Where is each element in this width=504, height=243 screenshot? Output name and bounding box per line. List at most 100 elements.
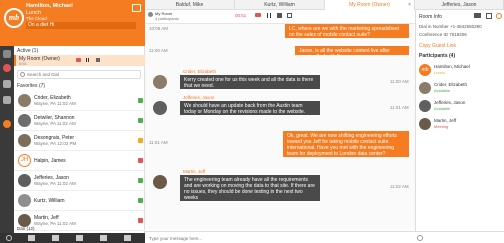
grid-icon[interactable]: [3, 96, 11, 104]
participant-name: Hamilton, Michael: [434, 64, 470, 69]
participant-name: Martin, Jeff: [434, 118, 457, 123]
calendar-icon[interactable]: [28, 235, 35, 241]
settings-icon[interactable]: [6, 235, 12, 241]
avatar: [153, 75, 167, 89]
alert-icon[interactable]: [3, 64, 11, 72]
message-time: 11:00 AM: [149, 48, 168, 53]
tab-kurtz[interactable]: Kurtz, William: [235, 0, 325, 10]
pause-icon[interactable]: [86, 58, 89, 62]
app-logo: mb: [4, 8, 24, 28]
settings-icon[interactable]: [3, 120, 11, 128]
people-icon[interactable]: [3, 50, 11, 58]
contact-row[interactable]: Jefferies, Jason Wayne, PA 11:02 AM: [14, 171, 145, 191]
mute-icon[interactable]: [277, 13, 282, 18]
facebook-icon[interactable]: [124, 235, 131, 241]
message-composer: [145, 231, 504, 243]
contact-location: Wayne, PA 11:02 AM: [34, 181, 76, 186]
participant-name: Jefferies, Jason: [434, 100, 466, 105]
search-input[interactable]: [27, 71, 137, 78]
participant-row[interactable]: Crider, Elizabeth Available: [416, 80, 504, 97]
favorites-header[interactable]: Favorites (7): [14, 83, 145, 89]
avatar: [153, 175, 167, 189]
hangup-icon[interactable]: [76, 58, 81, 62]
message-bubble: Kerry created one for us this week and a…: [180, 75, 320, 89]
twitter-icon[interactable]: [100, 235, 107, 241]
contact-name: Kurtz, William: [34, 198, 65, 204]
active-section-header[interactable]: Active (1): [14, 48, 145, 54]
contact-location: Wayne, PA 11:02 AM: [34, 101, 76, 106]
profile-name[interactable]: Hamilton, Michael: [26, 3, 73, 9]
participant-name: Crider, Elizabeth: [434, 82, 468, 87]
call-toolbar: My Room 4 participants 00:51: [145, 10, 415, 24]
message-bubble: We should have an update back from the A…: [180, 101, 320, 115]
contact-row[interactable]: Kurtz, William: [14, 191, 145, 211]
conference-id: Conference ID 7618406: [419, 32, 467, 37]
message-time: 10:09 AM: [149, 26, 169, 31]
dialpad-icon[interactable]: [132, 4, 141, 12]
profile-header: mb Hamilton, Michael Lunch The Cloud On …: [0, 0, 145, 46]
message-input[interactable]: [149, 234, 409, 242]
room-info-panel: Room Info Dial in Number +1-4842550290 C…: [415, 10, 504, 231]
avatar: [18, 194, 31, 207]
group-header-dan[interactable]: Dan (12): [14, 226, 145, 231]
emoji-icon[interactable]: [417, 235, 423, 241]
participant-row[interactable]: mb Hamilton, Michael Lunch: [416, 62, 504, 79]
status-message-field[interactable]: On a diet Hi: [26, 22, 136, 29]
my-room-row[interactable]: My Room (Owner) 0:51: [14, 55, 145, 66]
hangup-icon[interactable]: [255, 13, 261, 17]
presence-icon: [138, 198, 143, 203]
contact-row[interactable]: Detwiler, Shannon Wayne, PA 11:02 AM: [14, 111, 145, 131]
message-time: 11:00 AM: [390, 79, 409, 84]
mail-icon[interactable]: [52, 235, 59, 241]
profile-subtitle: The Cloud: [26, 16, 47, 21]
presence-icon: [138, 218, 143, 223]
video-icon[interactable]: [76, 235, 83, 241]
tab-jefferies[interactable]: Jefferies, Jason: [415, 0, 504, 10]
presence-icon: [138, 118, 143, 123]
info-icon[interactable]: [496, 13, 502, 19]
participant-status: Lunch: [434, 70, 445, 75]
video-icon[interactable]: [474, 13, 481, 18]
contact-row[interactable]: Crider, Elizabeth Wayne, PA 11:02 AM: [14, 91, 145, 111]
screen-share-icon[interactable]: [486, 13, 492, 19]
participant-status: Meeting: [434, 124, 449, 129]
room-icon: [148, 12, 153, 17]
conversation-tabs: Balduf, Mike Kurtz, William My Room (Own…: [145, 0, 504, 10]
avatar: [18, 134, 31, 147]
message-time: 11:01 AM: [149, 140, 168, 145]
contact-name: Halpin, James: [34, 158, 66, 164]
avatar: [419, 118, 431, 130]
room-info-title: Room Info: [419, 14, 443, 20]
participants-count: 4 participants: [155, 16, 179, 21]
message-bubble: Ok, great. We are now shifting engineeri…: [283, 131, 409, 157]
presence-icon: [138, 138, 143, 143]
tab-balduf[interactable]: Balduf, Mike: [145, 0, 235, 10]
participant-row[interactable]: Jefferies, Jason Available: [416, 98, 504, 115]
avatar: [18, 174, 31, 187]
close-icon[interactable]: ×: [408, 0, 411, 10]
message-bubble: LC, where are we with the marketing spre…: [285, 24, 409, 38]
avatar: [153, 101, 167, 115]
participant-status: Available: [434, 88, 451, 93]
dialpad-icon[interactable]: [287, 13, 292, 18]
participant-status: Available: [434, 106, 451, 111]
pause-icon[interactable]: [267, 13, 271, 18]
tab-my-room-label: My Room (Owner): [349, 2, 390, 8]
message-bubble: Jason, is all the website content live a…: [295, 46, 409, 60]
copy-guest-link[interactable]: Copy Guest Link: [419, 43, 456, 49]
avatar: JH: [18, 154, 31, 167]
contact-row[interactable]: Desongrais, Peter Wayne, PA 12:02 PM: [14, 131, 145, 151]
tab-my-room[interactable]: My Room (Owner) ×: [325, 0, 415, 10]
call-timer: 00:51: [235, 13, 247, 18]
contact-location: Wayne, PA 12:02 PM: [34, 141, 77, 146]
presence-icon: [138, 98, 143, 103]
chat-icon[interactable]: [3, 80, 11, 88]
message-sender: Jefferies, Jason: [183, 95, 215, 100]
chat-area: LC, where are we with the marketing spre…: [145, 24, 415, 230]
mute-icon[interactable]: [96, 58, 100, 62]
participant-row[interactable]: Martin, Jeff Meeting: [416, 116, 504, 133]
message-sender: Crider, Elizabeth: [183, 69, 217, 74]
avatar: [419, 100, 431, 112]
contact-row[interactable]: JH Halpin, James: [14, 151, 145, 171]
search-box[interactable]: [17, 70, 141, 79]
